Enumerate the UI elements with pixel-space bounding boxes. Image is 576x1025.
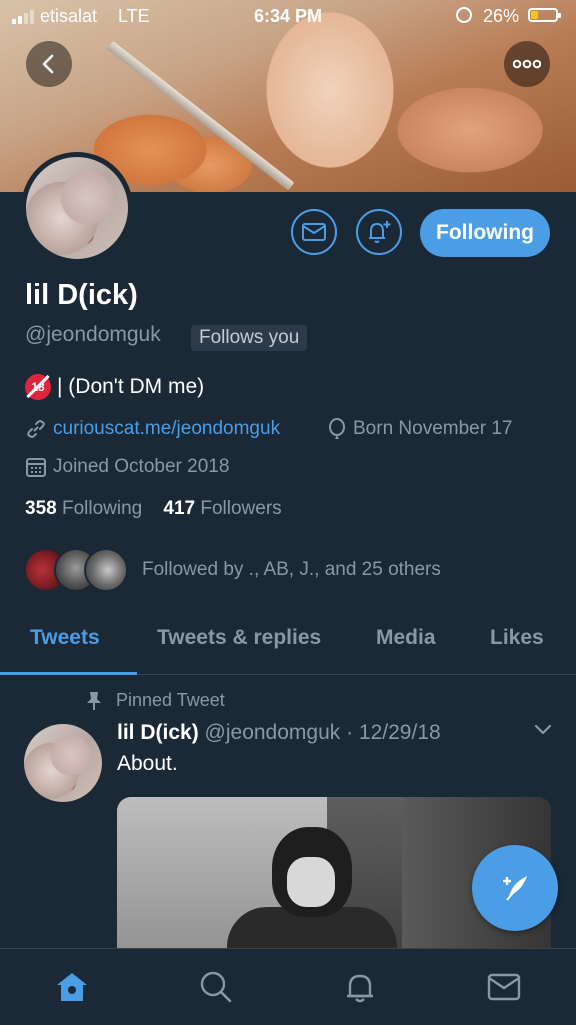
tweet-date: · 12/29/18 bbox=[346, 721, 441, 744]
messages-tab[interactable] bbox=[484, 967, 524, 1007]
pinned-label: Pinned Tweet bbox=[116, 690, 225, 710]
tweet-author-name[interactable]: lil D(ick) bbox=[117, 721, 199, 744]
followers-label: Followers bbox=[200, 498, 282, 519]
pin-icon bbox=[87, 691, 101, 710]
active-tab-indicator bbox=[0, 672, 137, 675]
mutual-followers-avatars[interactable] bbox=[24, 548, 134, 594]
mail-icon bbox=[487, 973, 521, 1001]
mutual-avatar bbox=[84, 548, 128, 592]
pinned-label-row: Pinned Tweet bbox=[86, 690, 225, 711]
bell-plus-icon bbox=[369, 221, 391, 243]
balloon-icon bbox=[329, 418, 345, 439]
battery-percent: 26% bbox=[483, 6, 520, 26]
envelope-icon bbox=[302, 223, 326, 241]
birthday-row: Born November 17 bbox=[327, 418, 512, 440]
joined-row: Joined October 2018 bbox=[25, 456, 229, 478]
chevron-down-icon[interactable] bbox=[533, 723, 553, 737]
calendar-icon bbox=[26, 458, 46, 477]
follow-counts: 358 Following 417 Followers bbox=[25, 498, 282, 520]
tab-likes[interactable]: Likes bbox=[490, 626, 544, 650]
profile-bio: 18 | (Don't DM me) bbox=[25, 374, 204, 400]
following-count: 358 bbox=[25, 498, 57, 519]
compose-icon bbox=[503, 876, 527, 901]
back-arrow-icon bbox=[42, 54, 54, 74]
tweet-author-handle: @jeondomguk bbox=[204, 721, 341, 744]
back-button[interactable] bbox=[26, 41, 72, 87]
compose-tweet-button[interactable] bbox=[472, 845, 558, 931]
message-button[interactable] bbox=[291, 209, 337, 255]
notifications-toggle-button[interactable] bbox=[356, 209, 402, 255]
bell-icon bbox=[347, 974, 373, 1003]
following-count-link[interactable]: 358 Following bbox=[25, 498, 142, 519]
followers-count-link[interactable]: 417 Followers bbox=[163, 498, 281, 519]
followers-count: 417 bbox=[163, 498, 196, 519]
rotation-lock-icon bbox=[456, 7, 472, 23]
notifications-tab[interactable] bbox=[340, 967, 380, 1007]
link-icon bbox=[27, 420, 45, 438]
joined-text: Joined October 2018 bbox=[53, 456, 230, 477]
more-options-button[interactable] bbox=[504, 41, 550, 87]
bottom-tab-bar bbox=[0, 948, 576, 1025]
more-icon bbox=[513, 59, 541, 69]
profile-handle: @jeondomguk bbox=[25, 323, 161, 346]
tab-tweets-replies[interactable]: Tweets & replies bbox=[157, 626, 321, 650]
following-button[interactable]: Following bbox=[420, 209, 550, 257]
tab-tweets[interactable]: Tweets bbox=[30, 626, 100, 650]
followed-by-text[interactable]: Followed by ., AB, J., and 25 others bbox=[142, 559, 441, 581]
tweet-text: About. bbox=[117, 752, 178, 775]
profile-name: lil D(ick) bbox=[25, 279, 138, 311]
follows-you-badge: Follows you bbox=[191, 325, 308, 351]
search-tab[interactable] bbox=[196, 967, 236, 1007]
bio-text: | (Don't DM me) bbox=[57, 375, 205, 398]
home-tab[interactable] bbox=[52, 967, 92, 1007]
profile-tabs: Tweets Tweets & replies Media Likes bbox=[0, 612, 576, 675]
tweet-author-avatar[interactable] bbox=[24, 724, 102, 802]
home-icon bbox=[57, 973, 87, 1001]
tweet-header: lil D(ick) @jeondomguk · 12/29/18 bbox=[117, 721, 441, 745]
profile-avatar[interactable] bbox=[21, 152, 133, 264]
birthday-text: Born November 17 bbox=[353, 418, 513, 439]
banner-knife-shape bbox=[106, 41, 295, 191]
profile-website-link[interactable]: curiouscat.me/jeondomguk bbox=[53, 418, 280, 440]
status-bar: etisalat LTE 6:34 PM 26% bbox=[0, 0, 576, 34]
battery-icon bbox=[528, 8, 561, 22]
tab-media[interactable]: Media bbox=[376, 626, 436, 650]
following-label: Following bbox=[61, 498, 143, 519]
search-icon bbox=[200, 971, 232, 1003]
profile-link-row: curiouscat.me/jeondomguk bbox=[25, 418, 280, 440]
no-under-18-icon: 18 bbox=[25, 374, 51, 400]
